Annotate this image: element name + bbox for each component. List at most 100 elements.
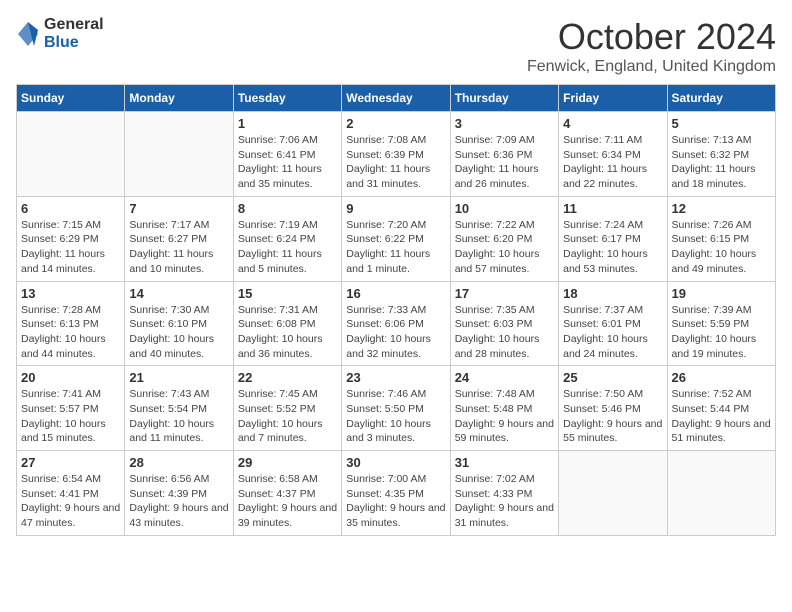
week-row-2: 13Sunrise: 7:28 AMSunset: 6:13 PMDayligh…: [17, 281, 776, 366]
day-info: Sunrise: 7:41 AMSunset: 5:57 PMDaylight:…: [21, 387, 120, 446]
day-info: Sunrise: 7:50 AMSunset: 5:46 PMDaylight:…: [563, 387, 662, 446]
week-row-1: 6 Sunrise: 7:15 AMSunset: 6:29 PMDaylight…: [17, 196, 776, 281]
day-info: Sunrise: 7:37 AMSunset: 6:01 PMDaylight:…: [563, 303, 662, 362]
day-number: 1: [238, 116, 337, 131]
day-info: Sunrise: 7:17 AMSunset: 6:27 PMDaylight:…: [129, 218, 228, 277]
day-cell: 21 Sunrise: 7:43 AMSunset: 5:54 PMDayligh…: [125, 366, 233, 451]
day-info: Sunrise: 7:02 AMSunset: 4:33 PMDaylight:…: [455, 472, 554, 531]
day-cell: 16 Sunrise: 7:33 AMSunset: 6:06 PMDayligh…: [342, 281, 450, 366]
day-cell: 24 Sunrise: 7:48 AMSunset: 5:48 PMDayligh…: [450, 366, 558, 451]
header-day-sunday: Sunday: [17, 85, 125, 112]
day-info: Sunrise: 7:11 AMSunset: 6:34 PMDaylight:…: [563, 133, 662, 192]
day-info: Sunrise: 7:09 AMSunset: 6:36 PMDaylight:…: [455, 133, 554, 192]
day-cell: [559, 451, 667, 536]
day-info: Sunrise: 7:19 AMSunset: 6:24 PMDaylight:…: [238, 218, 337, 277]
day-info: Sunrise: 7:45 AMSunset: 5:52 PMDaylight:…: [238, 387, 337, 446]
day-cell: 27 Sunrise: 6:54 AMSunset: 4:41 PMDayligh…: [17, 451, 125, 536]
day-info: Sunrise: 7:30 AMSunset: 6:10 PMDaylight:…: [129, 303, 228, 362]
day-number: 23: [346, 370, 445, 385]
day-info: Sunrise: 7:24 AMSunset: 6:17 PMDaylight:…: [563, 218, 662, 277]
day-cell: 11 Sunrise: 7:24 AMSunset: 6:17 PMDayligh…: [559, 196, 667, 281]
day-number: 29: [238, 455, 337, 470]
day-info: Sunrise: 7:13 AMSunset: 6:32 PMDaylight:…: [672, 133, 771, 192]
day-number: 21: [129, 370, 228, 385]
day-info: Sunrise: 6:54 AMSunset: 4:41 PMDaylight:…: [21, 472, 120, 531]
day-number: 12: [672, 201, 771, 216]
day-number: 2: [346, 116, 445, 131]
day-info: Sunrise: 7:46 AMSunset: 5:50 PMDaylight:…: [346, 387, 445, 446]
day-number: 18: [563, 286, 662, 301]
day-cell: 23 Sunrise: 7:46 AMSunset: 5:50 PMDayligh…: [342, 366, 450, 451]
day-info: Sunrise: 7:33 AMSunset: 6:06 PMDaylight:…: [346, 303, 445, 362]
logo-text: General Blue: [44, 16, 104, 51]
day-number: 4: [563, 116, 662, 131]
day-cell: 20Sunrise: 7:41 AMSunset: 5:57 PMDayligh…: [17, 366, 125, 451]
day-number: 19: [672, 286, 771, 301]
day-info: Sunrise: 7:35 AMSunset: 6:03 PMDaylight:…: [455, 303, 554, 362]
day-info: Sunrise: 7:22 AMSunset: 6:20 PMDaylight:…: [455, 218, 554, 277]
day-cell: 6 Sunrise: 7:15 AMSunset: 6:29 PMDaylight…: [17, 196, 125, 281]
day-number: 30: [346, 455, 445, 470]
day-number: 11: [563, 201, 662, 216]
day-cell: 26Sunrise: 7:52 AMSunset: 5:44 PMDayligh…: [667, 366, 775, 451]
day-number: 26: [672, 370, 771, 385]
day-cell: 13Sunrise: 7:28 AMSunset: 6:13 PMDayligh…: [17, 281, 125, 366]
header-day-thursday: Thursday: [450, 85, 558, 112]
week-row-4: 27 Sunrise: 6:54 AMSunset: 4:41 PMDayligh…: [17, 451, 776, 536]
day-info: Sunrise: 7:31 AMSunset: 6:08 PMDaylight:…: [238, 303, 337, 362]
week-row-0: 1Sunrise: 7:06 AMSunset: 6:41 PMDaylight…: [17, 112, 776, 197]
day-cell: 3 Sunrise: 7:09 AMSunset: 6:36 PMDaylight…: [450, 112, 558, 197]
day-cell: 5Sunrise: 7:13 AMSunset: 6:32 PMDaylight…: [667, 112, 775, 197]
day-info: Sunrise: 7:26 AMSunset: 6:15 PMDaylight:…: [672, 218, 771, 277]
day-info: Sunrise: 7:15 AMSunset: 6:29 PMDaylight:…: [21, 218, 120, 277]
day-cell: 8 Sunrise: 7:19 AMSunset: 6:24 PMDaylight…: [233, 196, 341, 281]
day-number: 22: [238, 370, 337, 385]
day-number: 8: [238, 201, 337, 216]
logo-general: General: [44, 16, 104, 34]
day-cell: 19 Sunrise: 7:39 AMSunset: 5:59 PMDayligh…: [667, 281, 775, 366]
day-info: Sunrise: 6:58 AMSunset: 4:37 PMDaylight:…: [238, 472, 337, 531]
month-title: October 2024: [527, 16, 776, 58]
page-header: General Blue October 2024 Fenwick, Engla…: [16, 16, 776, 76]
day-cell: 15Sunrise: 7:31 AMSunset: 6:08 PMDayligh…: [233, 281, 341, 366]
day-cell: 2 Sunrise: 7:08 AMSunset: 6:39 PMDaylight…: [342, 112, 450, 197]
calendar-body: 1Sunrise: 7:06 AMSunset: 6:41 PMDaylight…: [17, 112, 776, 536]
day-number: 16: [346, 286, 445, 301]
day-number: 31: [455, 455, 554, 470]
logo: General Blue: [16, 16, 104, 51]
day-number: 3: [455, 116, 554, 131]
day-number: 28: [129, 455, 228, 470]
day-cell: 28Sunrise: 6:56 AMSunset: 4:39 PMDayligh…: [125, 451, 233, 536]
day-info: Sunrise: 7:28 AMSunset: 6:13 PMDaylight:…: [21, 303, 120, 362]
header-row: SundayMondayTuesdayWednesdayThursdayFrid…: [17, 85, 776, 112]
day-info: Sunrise: 7:39 AMSunset: 5:59 PMDaylight:…: [672, 303, 771, 362]
day-cell: 17 Sunrise: 7:35 AMSunset: 6:03 PMDayligh…: [450, 281, 558, 366]
day-cell: 25 Sunrise: 7:50 AMSunset: 5:46 PMDayligh…: [559, 366, 667, 451]
day-cell: 29 Sunrise: 6:58 AMSunset: 4:37 PMDayligh…: [233, 451, 341, 536]
day-cell: 12 Sunrise: 7:26 AMSunset: 6:15 PMDayligh…: [667, 196, 775, 281]
logo-icon: [16, 20, 40, 48]
day-cell: 1Sunrise: 7:06 AMSunset: 6:41 PMDaylight…: [233, 112, 341, 197]
day-cell: 30Sunrise: 7:00 AMSunset: 4:35 PMDayligh…: [342, 451, 450, 536]
day-cell: 10 Sunrise: 7:22 AMSunset: 6:20 PMDayligh…: [450, 196, 558, 281]
day-number: 27: [21, 455, 120, 470]
title-block: October 2024 Fenwick, England, United Ki…: [527, 16, 776, 76]
day-cell: 31 Sunrise: 7:02 AMSunset: 4:33 PMDayligh…: [450, 451, 558, 536]
day-number: 25: [563, 370, 662, 385]
day-cell: 4 Sunrise: 7:11 AMSunset: 6:34 PMDaylight…: [559, 112, 667, 197]
day-cell: 9Sunrise: 7:20 AMSunset: 6:22 PMDaylight…: [342, 196, 450, 281]
day-cell: 7 Sunrise: 7:17 AMSunset: 6:27 PMDaylight…: [125, 196, 233, 281]
day-number: 6: [21, 201, 120, 216]
day-info: Sunrise: 7:08 AMSunset: 6:39 PMDaylight:…: [346, 133, 445, 192]
day-number: 10: [455, 201, 554, 216]
day-number: 14: [129, 286, 228, 301]
day-number: 7: [129, 201, 228, 216]
day-number: 17: [455, 286, 554, 301]
header-day-tuesday: Tuesday: [233, 85, 341, 112]
day-cell: [125, 112, 233, 197]
day-cell: [17, 112, 125, 197]
day-info: Sunrise: 7:43 AMSunset: 5:54 PMDaylight:…: [129, 387, 228, 446]
day-info: Sunrise: 7:48 AMSunset: 5:48 PMDaylight:…: [455, 387, 554, 446]
day-cell: 18 Sunrise: 7:37 AMSunset: 6:01 PMDayligh…: [559, 281, 667, 366]
day-number: 24: [455, 370, 554, 385]
